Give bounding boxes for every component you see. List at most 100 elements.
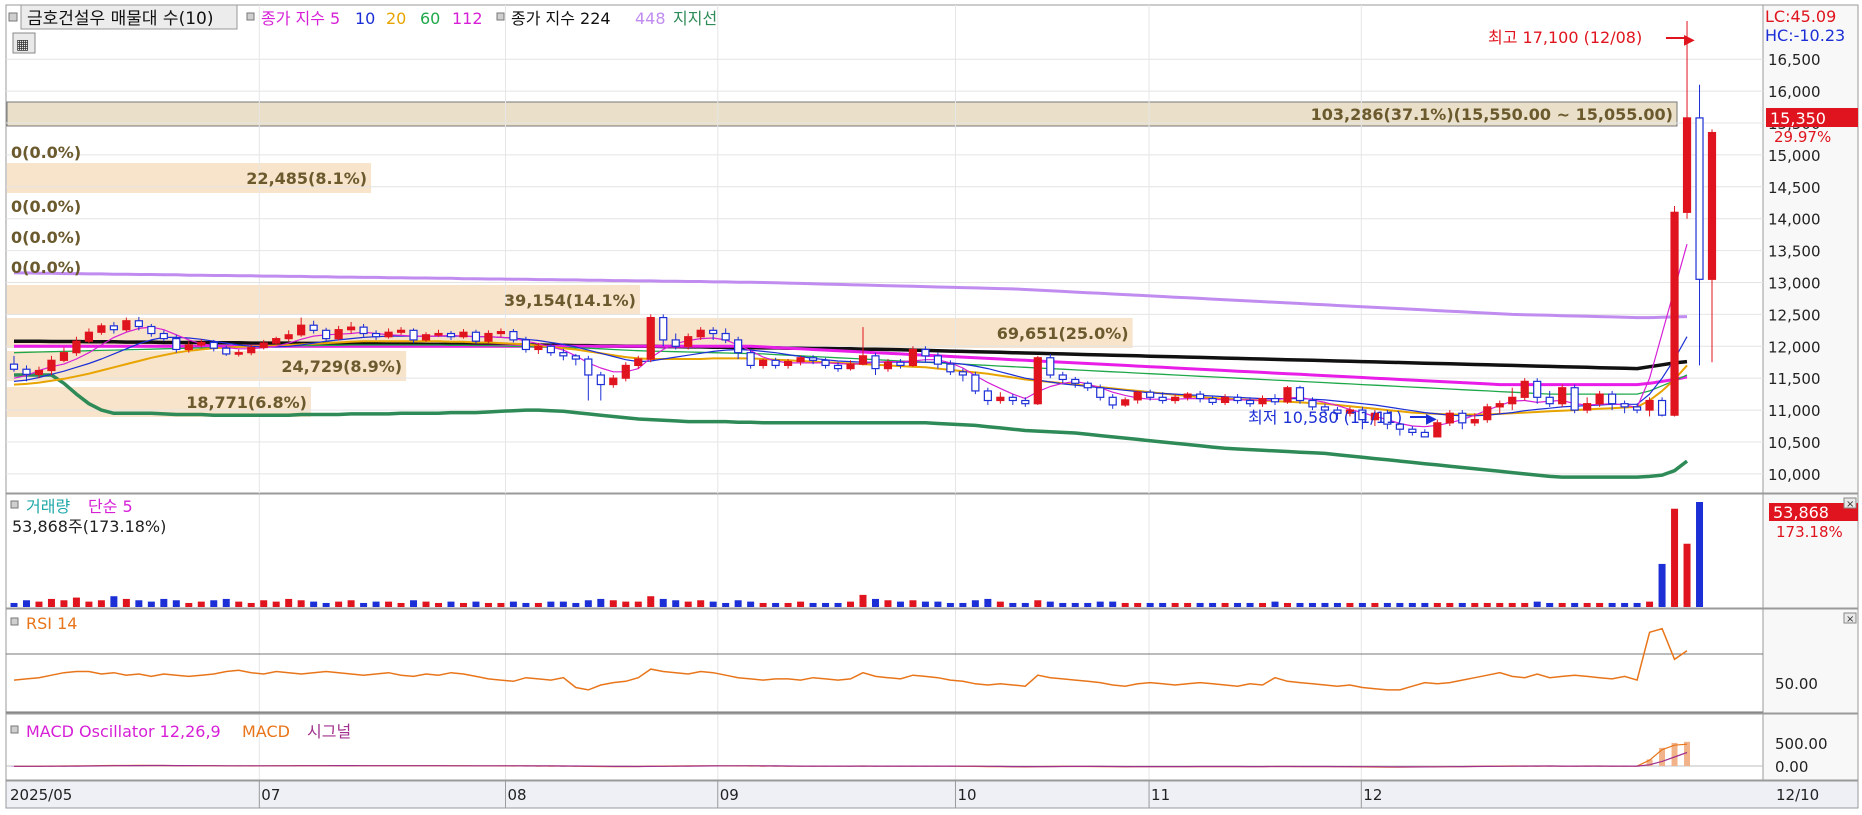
candle-body bbox=[322, 329, 331, 340]
time-axis-label: 08 bbox=[508, 786, 527, 804]
volume-bar bbox=[1121, 602, 1129, 607]
volume-bar bbox=[959, 602, 967, 607]
price-tick-label: 11,000 bbox=[1768, 402, 1821, 420]
volume-profile-label: 103,286(37.1%)(15,550.00 ~ 15,055.00) bbox=[1311, 105, 1673, 124]
legend-item: 448 bbox=[635, 9, 666, 28]
volume-bar bbox=[297, 600, 305, 607]
volume-bar bbox=[10, 602, 18, 607]
price-tick-label: 11,500 bbox=[1768, 370, 1821, 388]
candle-body bbox=[833, 364, 843, 370]
candle-body bbox=[1133, 391, 1142, 401]
price-pane[interactable] bbox=[5, 4, 1764, 494]
volume-bar bbox=[1421, 602, 1429, 607]
candle-body bbox=[958, 371, 967, 376]
volume-profile-layer bbox=[6, 101, 1678, 417]
time-axis-label: 09 bbox=[720, 786, 739, 804]
volume-bar bbox=[572, 602, 580, 607]
candle-body bbox=[696, 329, 705, 338]
volume-profile-label: 0(0.0%) bbox=[11, 143, 81, 162]
volume-profile-label: 22,485(8.1%) bbox=[246, 169, 367, 188]
candle-body bbox=[946, 363, 955, 373]
volume-bar bbox=[1071, 602, 1079, 607]
candle-body bbox=[72, 340, 81, 354]
candle-body bbox=[821, 359, 830, 367]
volume-bar bbox=[60, 600, 68, 607]
candle-body bbox=[1021, 399, 1030, 405]
volume-bar bbox=[622, 601, 630, 607]
volume-bar bbox=[1496, 602, 1504, 607]
price-tick-label: 16,000 bbox=[1768, 83, 1821, 101]
volume-bar bbox=[310, 601, 318, 607]
price-tick-label: 10,500 bbox=[1768, 434, 1821, 452]
volume-bar bbox=[1296, 602, 1304, 607]
volume-bar bbox=[147, 601, 155, 607]
volume-bar bbox=[847, 601, 855, 607]
volume-legend-item: 거래량 bbox=[26, 497, 70, 516]
candle-body bbox=[1058, 374, 1067, 381]
candle-body bbox=[521, 339, 530, 351]
volume-bar bbox=[1358, 602, 1366, 607]
volume-bar bbox=[1221, 602, 1229, 607]
volume-bar bbox=[1621, 602, 1629, 607]
volume-bar bbox=[1134, 602, 1142, 607]
volume-bar bbox=[135, 600, 143, 607]
candle-body bbox=[534, 345, 543, 351]
time-axis-label: 10 bbox=[957, 786, 976, 804]
volume-bar bbox=[797, 601, 805, 607]
candle-body bbox=[1420, 431, 1429, 438]
candle-body bbox=[484, 332, 493, 342]
candle-body bbox=[1258, 397, 1267, 405]
candle-body bbox=[446, 332, 456, 338]
macd-tick-500: 500.00 bbox=[1775, 735, 1828, 753]
volume-bar bbox=[1046, 601, 1054, 607]
legend-marker bbox=[246, 12, 255, 21]
candle-body bbox=[409, 329, 418, 341]
rsi-pane[interactable] bbox=[5, 608, 1764, 714]
candle-body bbox=[746, 352, 755, 367]
candle-body bbox=[559, 352, 568, 357]
candle-body bbox=[459, 331, 468, 338]
candle-body bbox=[471, 331, 481, 342]
candle-body bbox=[1483, 406, 1492, 421]
rsi-legend: RSI 14 bbox=[26, 614, 77, 633]
price-legend: 종가 지수 5 10 20 60 112 종가 지수 224 448 지지선 bbox=[246, 9, 717, 28]
candle-body bbox=[721, 332, 730, 341]
candle-body bbox=[309, 324, 318, 331]
volume-bar bbox=[934, 601, 942, 607]
legend-marker bbox=[496, 12, 505, 21]
legend-item: 60 bbox=[420, 9, 440, 28]
candle-body bbox=[1495, 403, 1504, 408]
volume-pane[interactable] bbox=[5, 493, 1764, 609]
candle-body bbox=[347, 326, 356, 331]
candle-body bbox=[272, 338, 281, 344]
volume-bar bbox=[747, 601, 755, 607]
time-axis-bar[interactable] bbox=[5, 780, 1859, 809]
candle-body bbox=[1558, 387, 1567, 405]
candle-body bbox=[122, 320, 131, 331]
time-axis-label: 12/10 bbox=[1776, 786, 1819, 804]
candle-body bbox=[571, 355, 580, 360]
volume-bar bbox=[1109, 601, 1117, 607]
volume-bar bbox=[484, 602, 492, 607]
volume-bar bbox=[1458, 602, 1466, 607]
volume-bar bbox=[385, 601, 393, 607]
rsi-tick: 50.00 bbox=[1775, 675, 1818, 693]
candle-body bbox=[1196, 393, 1205, 400]
volume-bar bbox=[1446, 602, 1454, 607]
candle-body bbox=[197, 341, 206, 346]
candle-body bbox=[1570, 387, 1579, 411]
candle-body bbox=[846, 363, 855, 370]
volume-bar bbox=[834, 602, 842, 607]
volume-bar bbox=[422, 601, 430, 607]
price-tick-label: 10,000 bbox=[1768, 466, 1821, 484]
candle-body bbox=[421, 334, 431, 341]
volume-bar bbox=[1533, 601, 1541, 607]
volume-bar bbox=[397, 602, 405, 607]
volume-bar bbox=[921, 601, 929, 607]
volume-bar bbox=[1034, 600, 1042, 607]
volume-bar bbox=[97, 600, 105, 607]
volume-bar bbox=[210, 600, 218, 607]
volume-bar bbox=[1346, 602, 1354, 607]
volume-bar bbox=[1521, 602, 1529, 607]
volume-bar bbox=[122, 598, 130, 607]
